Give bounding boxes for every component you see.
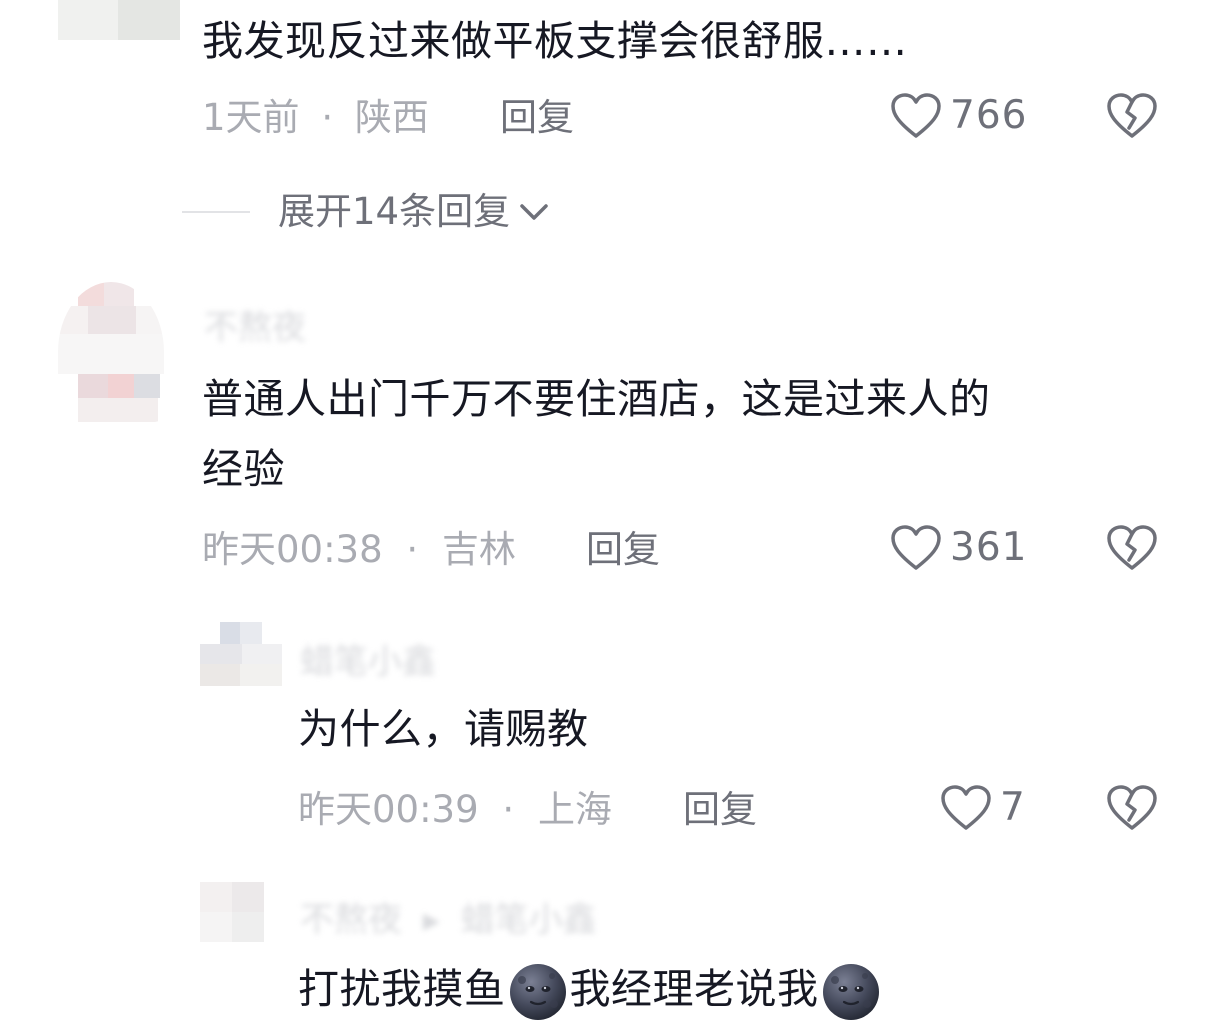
comment-location: 陕西 bbox=[354, 96, 429, 139]
comment-meta: 昨天00:38 · 吉林 bbox=[202, 528, 516, 572]
heart-icon bbox=[891, 525, 941, 570]
heart-icon bbox=[891, 93, 941, 138]
avatar[interactable] bbox=[200, 882, 264, 942]
reply-text: 为什么，请赐教 bbox=[298, 705, 589, 753]
like-button[interactable]: 7 bbox=[940, 784, 1026, 832]
username[interactable]: 不熬夜 bbox=[204, 300, 306, 349]
comment-location: 吉林 bbox=[441, 528, 516, 571]
broken-heart-icon[interactable] bbox=[1106, 784, 1158, 832]
reply-author: 不熬夜 bbox=[300, 900, 402, 940]
like-count: 361 bbox=[950, 525, 1028, 570]
broken-heart-icon[interactable] bbox=[1106, 92, 1158, 140]
comment-text-line-2: 经验 bbox=[202, 445, 285, 493]
expand-divider bbox=[182, 211, 250, 213]
reply-time: 昨天00:39 bbox=[298, 788, 479, 831]
comment-time: 1天前 bbox=[202, 96, 300, 139]
heart-icon bbox=[941, 785, 991, 830]
username[interactable]: 不熬夜 ▸ 蜡笔小鑫 bbox=[300, 892, 597, 941]
broken-heart-icon[interactable] bbox=[1106, 524, 1158, 572]
reply-arrow-icon: ▸ bbox=[422, 900, 440, 940]
reply-button[interactable]: 回复 bbox=[586, 528, 660, 572]
expand-replies-button[interactable]: 展开14条回复 bbox=[278, 190, 554, 234]
like-button[interactable]: 361 bbox=[890, 524, 1027, 572]
new-moon-face-icon bbox=[822, 964, 879, 1020]
reply-text-part-1: 打扰我摸鱼 bbox=[298, 965, 506, 1013]
avatar[interactable] bbox=[58, 282, 164, 422]
meta-separator: · bbox=[406, 528, 419, 571]
like-count: 766 bbox=[950, 93, 1028, 138]
meta-separator: · bbox=[502, 788, 515, 831]
comment-text-line-1: 普通人出门千万不要住酒店，这是过来人的 bbox=[202, 375, 991, 423]
reply-text-part-2: 我经理老说我 bbox=[569, 965, 819, 1013]
reply-location: 上海 bbox=[537, 788, 612, 831]
avatar[interactable] bbox=[200, 622, 282, 686]
reply-meta: 昨天00:39 · 上海 bbox=[298, 788, 612, 832]
avatar[interactable] bbox=[58, 0, 180, 40]
expand-replies-label: 展开14条回复 bbox=[278, 190, 511, 233]
comment-text: 我发现反过来做平板支撑会很舒服…… bbox=[202, 17, 908, 65]
like-button[interactable]: 766 bbox=[890, 92, 1027, 140]
comment-time: 昨天00:38 bbox=[202, 528, 383, 571]
reply-target: 蜡笔小鑫 bbox=[460, 900, 597, 940]
meta-separator: · bbox=[321, 96, 334, 139]
reply-text: 打扰我摸鱼 我经理老说我 bbox=[298, 954, 883, 1024]
like-count: 7 bbox=[1000, 785, 1026, 830]
reply-button[interactable]: 回复 bbox=[683, 788, 757, 832]
username[interactable]: 蜡笔小鑫 bbox=[300, 634, 436, 683]
comment-meta: 1天前 · 陕西 bbox=[202, 96, 429, 140]
reply-button[interactable]: 回复 bbox=[500, 96, 574, 140]
new-moon-face-icon bbox=[509, 964, 566, 1020]
chevron-down-icon bbox=[520, 204, 548, 220]
